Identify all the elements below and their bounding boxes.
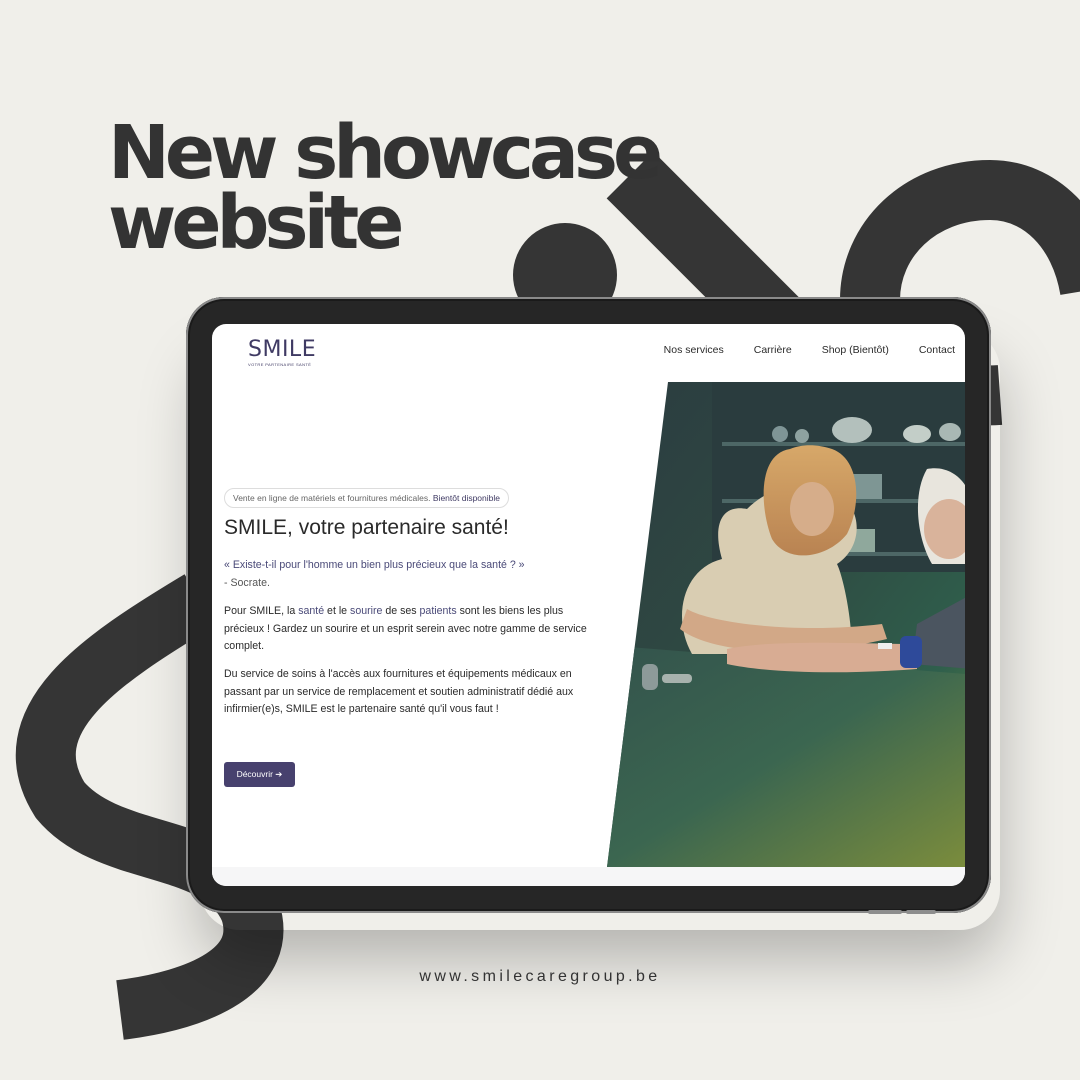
pill-text: Vente en ligne de matériels et fournitur… xyxy=(233,493,431,503)
p1-part: de ses xyxy=(382,605,420,617)
hero-paragraph-1: Pour SMILE, la santé et le sourire de se… xyxy=(224,603,594,656)
nav-item-career[interactable]: Carrière xyxy=(754,344,792,356)
p1-accent-patients: patients xyxy=(419,605,457,617)
logo-tagline: VOTRE PARTENAIRE SANTÉ xyxy=(248,362,312,367)
p1-accent-sante: santé xyxy=(298,605,325,617)
main-nav: Nos services Carrière Shop (Bientôt) Con… xyxy=(664,344,955,356)
discover-button[interactable]: Découvrir ➔ xyxy=(224,762,295,787)
tablet-screen: SMILE VOTRE PARTENAIRE SANTÉ Nos service… xyxy=(212,324,965,886)
footer-url[interactable]: www.smilecaregroup.be xyxy=(0,968,1080,986)
announcement-pill: Vente en ligne de matériels et fournitur… xyxy=(224,488,509,508)
hero-paragraph-2: Du service de soins à l'accès aux fourni… xyxy=(224,668,574,715)
headline-line-2: website xyxy=(108,180,404,266)
site-logo[interactable]: SMILE VOTRE PARTENAIRE SANTÉ xyxy=(248,338,316,368)
headline: New showcase website xyxy=(108,116,663,260)
nav-item-services[interactable]: Nos services xyxy=(664,344,724,356)
p1-accent-sourire: sourire xyxy=(350,605,383,617)
pill-highlight: Bientôt disponible xyxy=(432,493,500,503)
hero-quote: « Existe-t-il pour l'homme un bien plus … xyxy=(224,557,594,592)
tablet-power-button xyxy=(906,910,936,914)
quote-text: « Existe-t-il pour l'homme un bien plus … xyxy=(224,559,525,571)
logo-wordmark: SMILE xyxy=(248,337,317,362)
quote-author: - Socrate. xyxy=(224,576,270,589)
hero-title: SMILE, votre partenaire santé! xyxy=(224,516,509,539)
nav-item-contact[interactable]: Contact xyxy=(919,344,955,356)
p1-part: Pour SMILE, la xyxy=(224,605,299,617)
screen-footer-strip xyxy=(212,867,965,886)
site-header: SMILE VOTRE PARTENAIRE SANTÉ Nos service… xyxy=(212,324,965,382)
nav-item-shop[interactable]: Shop (Bientôt) xyxy=(822,344,889,356)
tablet-volume-button xyxy=(868,910,902,914)
p1-part: et le xyxy=(324,605,351,617)
